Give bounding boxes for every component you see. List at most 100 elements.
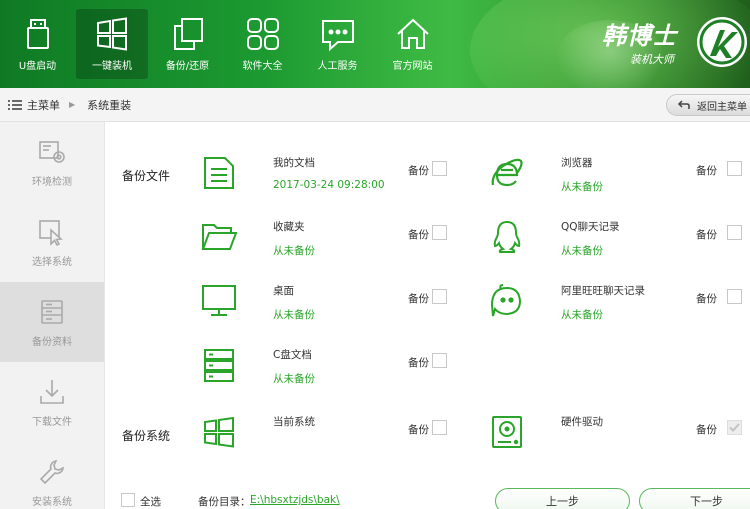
back-button-label: 返回主菜单 [697, 101, 747, 113]
brand-subtitle: 装机大师 [630, 53, 674, 66]
backup-label: 备份 [696, 229, 717, 241]
backup-checkbox[interactable] [432, 289, 447, 304]
prev-step-button[interactable]: 上一步 [495, 488, 630, 509]
nav-software[interactable]: 软件大全 [225, 0, 300, 88]
windows-logo-icon [204, 416, 234, 448]
nav-backup-restore[interactable]: 备份/还原 [150, 0, 225, 88]
back-arrow-icon [677, 100, 690, 109]
top-nav: U盘启动 一键装机 备份/还原 软件大全 人工服务 官方网站 [0, 0, 450, 88]
backup-checkbox-disabled [727, 420, 742, 435]
backup-item-qq-chat: QQ聊天记录 从未备份 备份 [489, 219, 749, 259]
backup-label: 备份 [408, 165, 429, 177]
aliwangwang-icon [490, 284, 522, 317]
item-status: 从未备份 [561, 245, 603, 257]
backup-label: 备份 [408, 229, 429, 241]
item-name: 阿里旺旺聊天记录 [561, 285, 645, 297]
sidebar-label: 下载文件 [32, 416, 72, 428]
backup-item-c-drive-docs: C盘文档 从未备份 备份 [201, 347, 451, 387]
item-name: C盘文档 [273, 349, 312, 361]
usb-icon [26, 19, 49, 49]
backup-label: 备份 [696, 424, 717, 436]
hard-drive-icon [492, 416, 522, 448]
download-icon [40, 379, 64, 404]
chat-icon [321, 20, 354, 52]
windows-icon [97, 17, 127, 51]
item-name: 收藏夹 [273, 221, 305, 233]
item-name: 我的文档 [273, 157, 315, 169]
backup-checkbox[interactable] [432, 353, 447, 368]
backup-dir-link[interactable]: E:\hbsxtzjds\bak\ [250, 494, 340, 506]
brand: 韩博士 装机大师 [602, 16, 677, 67]
sidebar-label: 环境检测 [32, 176, 72, 188]
sidebar-label: 选择系统 [32, 256, 72, 268]
storage-icon [41, 299, 63, 324]
checkmark-icon [729, 423, 740, 432]
nav-official-site[interactable]: 官方网站 [375, 0, 450, 88]
backup-item-browser: 浏览器 从未备份 备份 [489, 155, 749, 195]
document-icon [204, 157, 234, 189]
backup-item-aliwangwang-chat: 阿里旺旺聊天记录 从未备份 备份 [489, 283, 749, 323]
backup-panel: 备份文件 备份系统 我的文档 2017-03-24 09:28:00 备份 收藏… [105, 122, 750, 509]
backup-item-my-documents: 我的文档 2017-03-24 09:28:00 备份 [201, 155, 451, 195]
nav-label: 软件大全 [242, 61, 283, 72]
item-status: 从未备份 [561, 309, 603, 321]
back-to-main-menu-button[interactable]: 返回主菜单 [666, 94, 750, 116]
nav-usb-boot[interactable]: U盘启动 [0, 0, 75, 88]
sidebar-label: 安装系统 [32, 496, 72, 508]
pc-gear-icon [39, 140, 65, 163]
ie-browser-icon [491, 158, 523, 187]
breadcrumb-current: 系统重装 [87, 98, 132, 112]
menu-list-icon [8, 99, 22, 110]
backup-label: 备份 [408, 424, 429, 436]
item-status: 2017-03-24 09:28:00 [273, 179, 385, 191]
backup-files-label: 备份文件 [122, 169, 171, 183]
brand-name: 韩博士 [602, 22, 677, 50]
backup-label: 备份 [696, 165, 717, 177]
nav-label: U盘启动 [18, 61, 57, 72]
backup-item-favorites: 收藏夹 从未备份 备份 [201, 219, 451, 259]
breadcrumb-arrow-icon: ▶ [69, 100, 76, 109]
qq-icon [493, 220, 521, 253]
select-all-label[interactable]: 全选 [140, 494, 161, 509]
apps-grid-icon [246, 18, 279, 50]
backup-label: 备份 [408, 357, 429, 369]
backup-checkbox[interactable] [727, 225, 742, 240]
backup-system-label: 备份系统 [122, 429, 171, 443]
nav-label: 一键装机 [92, 61, 132, 72]
backup-checkbox[interactable] [432, 161, 447, 176]
item-name: QQ聊天记录 [561, 221, 620, 233]
monitor-icon [202, 285, 236, 316]
server-icon [204, 349, 234, 382]
backup-checkbox[interactable] [727, 289, 742, 304]
backup-label: 备份 [408, 293, 429, 305]
backup-checkbox[interactable] [432, 420, 447, 435]
sidebar-item-env-check[interactable]: 环境检测 [0, 122, 104, 202]
item-name: 硬件驱动 [561, 416, 603, 428]
sidebar-item-download-files[interactable]: 下载文件 [0, 362, 104, 442]
backup-checkbox[interactable] [727, 161, 742, 176]
select-all-checkbox[interactable] [121, 493, 135, 507]
nav-one-click-install[interactable]: 一键装机 [76, 9, 148, 79]
item-status: 从未备份 [561, 181, 603, 193]
item-status: 从未备份 [273, 309, 315, 321]
item-name: 桌面 [273, 285, 294, 297]
sidebar-item-install-system[interactable]: 安装系统 [0, 442, 104, 509]
backup-item-current-system: 当前系统 备份 [201, 414, 451, 454]
breadcrumb-root[interactable]: 主菜单 [27, 97, 60, 113]
item-status: 从未备份 [273, 245, 315, 257]
brand-logo-icon [697, 17, 747, 67]
sidebar-item-backup-data[interactable]: 备份资料 [0, 282, 104, 362]
top-banner: U盘启动 一键装机 备份/还原 软件大全 人工服务 官方网站 韩博士 装机大师 [0, 0, 750, 88]
nav-label: 备份/还原 [165, 61, 210, 72]
sidebar-item-select-system[interactable]: 选择系统 [0, 202, 104, 282]
home-icon [396, 18, 429, 49]
item-status: 从未备份 [273, 373, 315, 385]
item-name: 浏览器 [561, 157, 593, 169]
nav-manual-service[interactable]: 人工服务 [300, 0, 375, 88]
backup-label: 备份 [696, 293, 717, 305]
select-cursor-icon [39, 219, 63, 246]
backup-checkbox[interactable] [432, 225, 447, 240]
next-step-button[interactable]: 下一步 [639, 488, 750, 509]
item-name: 当前系统 [273, 416, 315, 428]
nav-label: 人工服务 [317, 61, 358, 72]
